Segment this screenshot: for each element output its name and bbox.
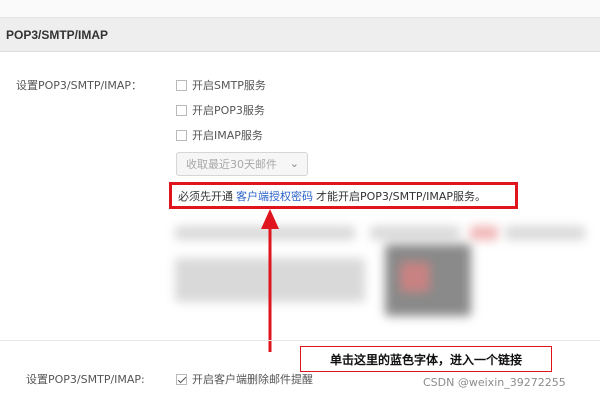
bottom-divider [0, 340, 600, 341]
watermark: CSDN @weixin_39272255 [423, 376, 566, 389]
delete-reminder-option[interactable]: 开启客户端删除邮件提醒 [176, 371, 313, 387]
delete-reminder-checkbox[interactable] [176, 373, 187, 385]
bottom-setting-label: 设置POP3/SMTP/IMAP: [26, 373, 145, 386]
delete-reminder-label: 开启客户端删除邮件提醒 [192, 373, 313, 386]
annotation-callout: 单击这里的蓝色字体，进入一个链接 [300, 346, 552, 372]
